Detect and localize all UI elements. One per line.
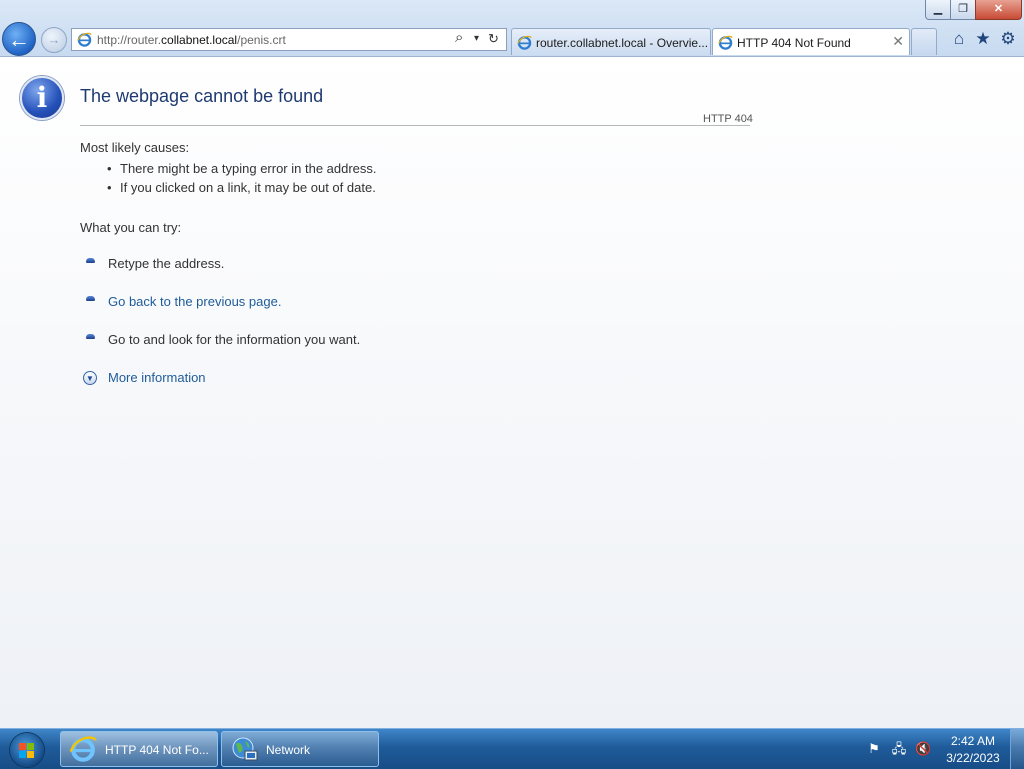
tab-404-not-found[interactable]: HTTP 404 Not Found ✕ — [712, 28, 910, 55]
retype-address-text: Retype the address. — [108, 256, 225, 271]
bullet-icon — [86, 296, 95, 301]
try-heading: What you can try: — [80, 220, 182, 235]
show-desktop-button[interactable] — [1010, 729, 1024, 769]
expand-chevron-icon[interactable]: ▼ — [83, 371, 97, 385]
title-divider — [80, 125, 750, 126]
causes-heading: Most likely causes: — [80, 140, 190, 155]
page-content: i The webpage cannot be found HTTP 404 M… — [0, 57, 1024, 728]
refresh-icon[interactable]: ↻ — [488, 31, 499, 47]
restore-button[interactable]: ❐ — [950, 0, 976, 20]
minimize-button[interactable]: ▁ — [925, 0, 951, 20]
restore-icon: ❐ — [958, 3, 968, 15]
network-tray-icon[interactable]: 🖧 — [891, 741, 907, 757]
tab-label: router.collabnet.local - Overvie... — [536, 36, 709, 50]
ie-page-icon — [77, 32, 92, 47]
ie-page-icon — [517, 35, 532, 50]
close-icon: ✕ — [993, 3, 1004, 15]
address-url[interactable]: http://router.collabnet.local/penis.crt — [97, 33, 286, 47]
tab-close-icon[interactable]: ✕ — [892, 33, 904, 50]
search-icon[interactable]: ⌕ — [455, 29, 463, 46]
taskbar: HTTP 404 Not Fo... Network ⚑ 🖧 🔇 2:42 AM… — [0, 728, 1024, 769]
cause-item: • There might be a typing error in the ad… — [107, 161, 377, 176]
forward-arrow-icon: → — [47, 32, 61, 47]
ie-icon — [69, 736, 97, 762]
cause-text: If you clicked on a link, it may be out … — [120, 180, 376, 195]
new-tab-button[interactable] — [911, 28, 937, 55]
clock-time[interactable]: 2:42 AM — [946, 734, 1000, 748]
ie-page-icon — [718, 35, 733, 50]
cause-item: • If you clicked on a link, it may be out… — [107, 180, 376, 195]
bullet-icon — [86, 334, 95, 339]
cause-text: There might be a typing error in the add… — [120, 161, 377, 176]
clock-date[interactable]: 3/22/2023 — [942, 751, 1004, 765]
tab-label: HTTP 404 Not Found — [737, 36, 851, 50]
forward-button[interactable]: → — [41, 27, 67, 53]
page-title: The webpage cannot be found — [80, 86, 324, 106]
bullet: • — [107, 161, 112, 176]
tab-router-overview[interactable]: router.collabnet.local - Overvie... — [511, 28, 711, 55]
taskbar-item-network[interactable]: Network — [221, 731, 379, 767]
back-button[interactable]: ← — [2, 22, 36, 56]
taskbar-item-label: HTTP 404 Not Fo... — [105, 743, 209, 757]
bullet: • — [107, 180, 112, 195]
taskbar-item-ie[interactable]: HTTP 404 Not Fo... — [60, 731, 218, 767]
back-arrow-icon: ← — [8, 27, 30, 52]
taskbar-item-label: Network — [266, 743, 311, 757]
dropdown-icon[interactable]: ▾ — [474, 33, 479, 44]
bullet-icon — [86, 258, 95, 263]
url-domain: collabnet.local — [161, 33, 238, 47]
close-window-button[interactable]: ✕ — [975, 0, 1022, 20]
url-prefix: http://router. — [97, 33, 162, 47]
favorites-icon[interactable]: ★ — [973, 29, 993, 49]
tools-gear-icon[interactable]: ⚙ — [998, 29, 1018, 49]
url-path: /penis.crt — [237, 33, 286, 47]
home-icon[interactable]: ⌂ — [949, 29, 969, 49]
browser-chrome: ▁ ❐ ✕ ← → http://router.collabnet.local/… — [0, 0, 1024, 57]
go-back-link[interactable]: Go back to the previous page. — [108, 294, 281, 309]
windows-logo-icon — [10, 733, 44, 767]
start-button[interactable] — [2, 730, 52, 768]
http-status-code: HTTP 404 — [703, 113, 753, 125]
network-icon — [232, 737, 258, 761]
address-bar[interactable]: http://router.collabnet.local/penis.crt … — [71, 28, 507, 51]
action-center-flag-icon[interactable]: ⚑ — [866, 741, 882, 757]
go-to-site-text: Go to and look for the information you w… — [108, 332, 361, 347]
minimize-icon: ▁ — [933, 3, 943, 15]
info-icon: i — [20, 76, 64, 120]
more-information-link[interactable]: More information — [108, 370, 206, 385]
volume-muted-icon[interactable]: 🔇 — [915, 741, 931, 757]
